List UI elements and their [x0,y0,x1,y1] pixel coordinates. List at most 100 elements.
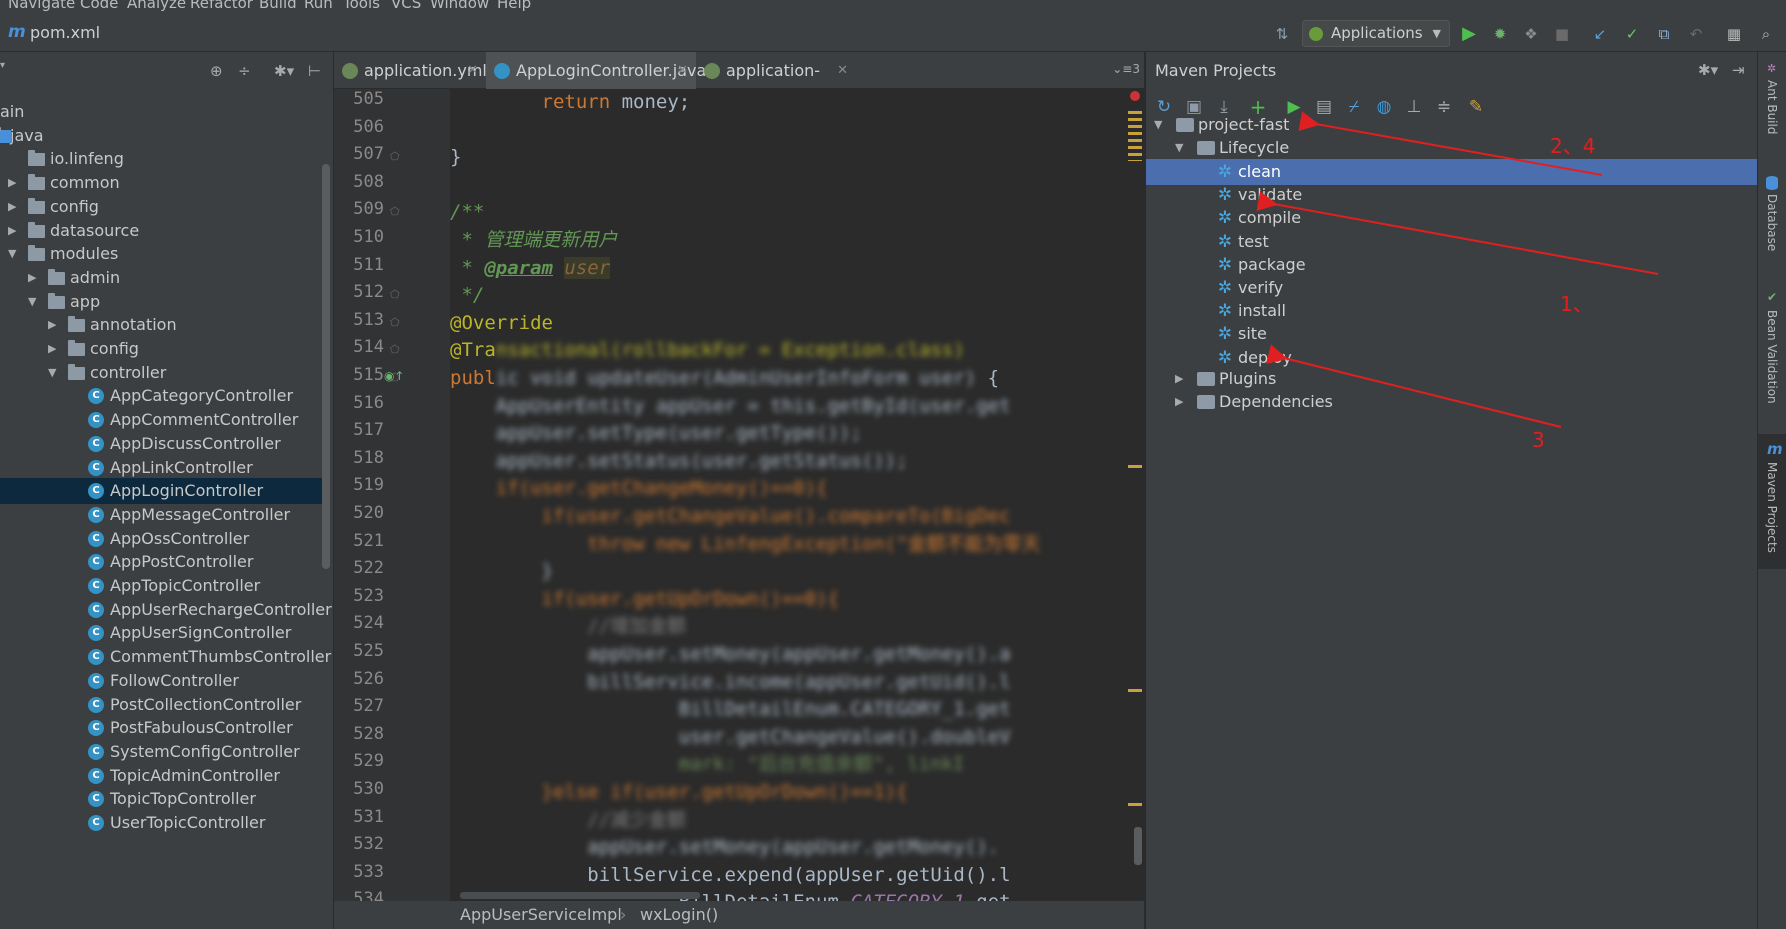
expanded-arrow-icon[interactable]: ▼ [8,241,20,267]
tree-folder-item[interactable]: io.linfeng [0,146,326,172]
horizontal-scrollbar[interactable] [460,892,700,899]
tree-folder-item[interactable]: ▶ annotation [0,312,326,338]
tree-class-item[interactable]: C PostFabulousController [0,715,326,741]
tree-folder-item[interactable]: ain [0,99,326,125]
tree-class-item[interactable]: C UserTopicController [0,810,326,836]
locate-icon[interactable]: ⊕ [210,62,223,80]
collapsed-arrow-icon[interactable]: ▶ [48,312,60,338]
menu-run[interactable]: Run [304,0,333,12]
project-structure-icon[interactable]: ▦ [1724,24,1744,44]
editor-tab[interactable]: application.yml ✕ [334,52,487,89]
tree-class-item[interactable]: C SystemConfigController [0,739,326,765]
debug-icon[interactable]: ✹ [1490,24,1510,44]
stop-icon[interactable]: ■ [1552,24,1572,44]
tree-folder-item[interactable]: ▶ config [0,336,326,362]
java-class-icon: C [88,791,104,808]
editor-tab[interactable]: application-dev.yml✕ [696,52,856,117]
collapsed-arrow-icon[interactable]: ▶ [28,265,40,291]
fold-marker-icon[interactable]: ⬠ [390,343,400,356]
tree-class-item[interactable]: C AppLinkController [0,455,326,481]
fold-marker-icon[interactable]: ⬠ [390,205,400,218]
breadcrumb-method[interactable]: wxLogin() [640,901,718,929]
tree-folder-item[interactable]: java [0,123,326,149]
project-scrollbar[interactable] [322,164,330,569]
tree-class-item[interactable]: C TopicTopController [0,786,326,812]
tree-class-item[interactable]: C AppOssController [0,526,326,552]
tree-class-item[interactable]: C AppUserRechargeController [0,597,332,623]
tree-folder-item[interactable]: ▶ admin [0,265,326,291]
tree-class-item[interactable]: C TopicAdminController [0,763,326,789]
tree-class-item[interactable]: C AppMessageController [0,502,326,528]
tree-class-item[interactable]: C AppPostController [0,549,326,575]
menu-code[interactable]: Code [80,0,118,12]
breadcrumb-class[interactable]: AppUserServiceImpl [460,901,622,929]
tree-class-item[interactable]: C AppDiscussController [0,431,326,457]
tree-folder-item[interactable]: ▼ app [0,289,326,315]
breadcrumb-file[interactable]: pom.xml [30,23,100,42]
revert-icon[interactable]: ↶ [1686,24,1706,44]
database-tab[interactable]: Database [1765,194,1779,251]
expanded-arrow-icon[interactable]: ▼ [48,360,60,386]
tree-folder-item[interactable]: ▼ modules [0,241,326,267]
expanded-arrow-icon[interactable]: ▼ [28,289,40,315]
build-project-icon[interactable]: ⇅ [1272,24,1292,44]
run-configuration-select[interactable]: Applications ▼ [1302,20,1450,47]
run-icon[interactable]: ▶ [1459,24,1479,44]
collapsed-arrow-icon[interactable]: ▶ [48,336,60,362]
coverage-icon[interactable]: ❖ [1521,24,1541,44]
tree-class-item[interactable]: C AppLoginController [0,478,326,505]
code-line: AppUserEntity appUser = this.getById(use… [450,393,1011,420]
tree-class-item[interactable]: C AppTopicController [0,573,326,599]
vcs-history-icon[interactable]: ⧉ [1654,24,1674,44]
menu-window[interactable]: Window [430,0,489,12]
tree-class-item[interactable]: C PostCollectionController [0,692,326,718]
vcs-commit-icon[interactable]: ✓ [1622,24,1642,44]
tree-folder-item[interactable]: ▼ controller [0,360,326,386]
tree-class-item[interactable]: C AppCommentController [0,407,326,433]
maven-projects-tab-active[interactable]: m Maven Projects [1758,434,1786,569]
collapsed-arrow-icon[interactable]: ▶ [8,170,20,196]
java-class-icon [494,63,510,79]
collapse-all-icon[interactable]: ÷ [238,62,251,80]
tree-class-item[interactable]: C CommentThumbsController [0,644,331,670]
ant-build-tab[interactable]: Ant Build [1765,80,1779,134]
fold-marker-icon[interactable]: ⬠ [390,288,400,301]
close-tab-icon[interactable]: ✕ [837,52,848,89]
tree-folder-item[interactable]: ▶ config [0,194,326,220]
tree-class-item[interactable]: C AppCategoryController [0,383,326,409]
hide-panel-icon[interactable]: ⊢ [308,62,321,80]
settings-gear-icon[interactable]: ✱▾ [274,62,294,80]
collapsed-arrow-icon[interactable]: ▶ [8,218,20,244]
tree-class-item[interactable]: C AppUserSignController [0,620,326,646]
collapse-arrow-icon[interactable]: ▾ [0,60,5,71]
close-tab-icon[interactable]: ✕ [677,52,688,89]
editor-scroll-thumb[interactable] [1134,827,1142,865]
menu-tools[interactable]: Tools [343,0,380,12]
collapsed-arrow-icon[interactable]: ▶ [8,194,20,220]
fold-marker-icon[interactable]: ⬠ [390,316,400,329]
vcs-update-icon[interactable]: ↙ [1590,24,1610,44]
database-icon [1766,176,1778,190]
code-editor[interactable]: return money;} /** * 管理端更新用户 * @param use… [450,89,1144,901]
menu-vcs[interactable]: VCS [391,0,421,12]
editor-tab[interactable]: AppLoginController.java ✕ [486,52,706,89]
tab-overflow-icon[interactable]: ⌄≡3 [1112,62,1140,76]
menu-analyze[interactable]: Analyze [127,0,186,12]
menu-navigate[interactable]: Navigate [8,0,75,12]
tree-folder-item[interactable]: ▶ datasource [0,218,326,244]
menu-help[interactable]: Help [497,0,531,12]
fold-marker-icon[interactable]: ⬠ [390,150,400,163]
tree-item-label: TopicAdminController [110,765,280,785]
menu-build[interactable]: Build [259,0,297,12]
menu-refactor[interactable]: Refactor [190,0,253,12]
tree-class-item[interactable]: C FollowController [0,668,326,694]
tab-overflow-count: 3 [1132,62,1140,76]
bean-validation-tab[interactable]: Bean Validation [1765,310,1779,404]
tree-folder-item[interactable]: ▶ common [0,170,326,196]
error-stripe[interactable] [1124,89,1144,901]
close-tab-icon[interactable]: ✕ [467,52,478,89]
search-icon[interactable]: ⌕ [1756,24,1776,44]
override-marker-icon[interactable]: ◉↑ [384,369,405,383]
code-token: .get [965,891,1011,901]
